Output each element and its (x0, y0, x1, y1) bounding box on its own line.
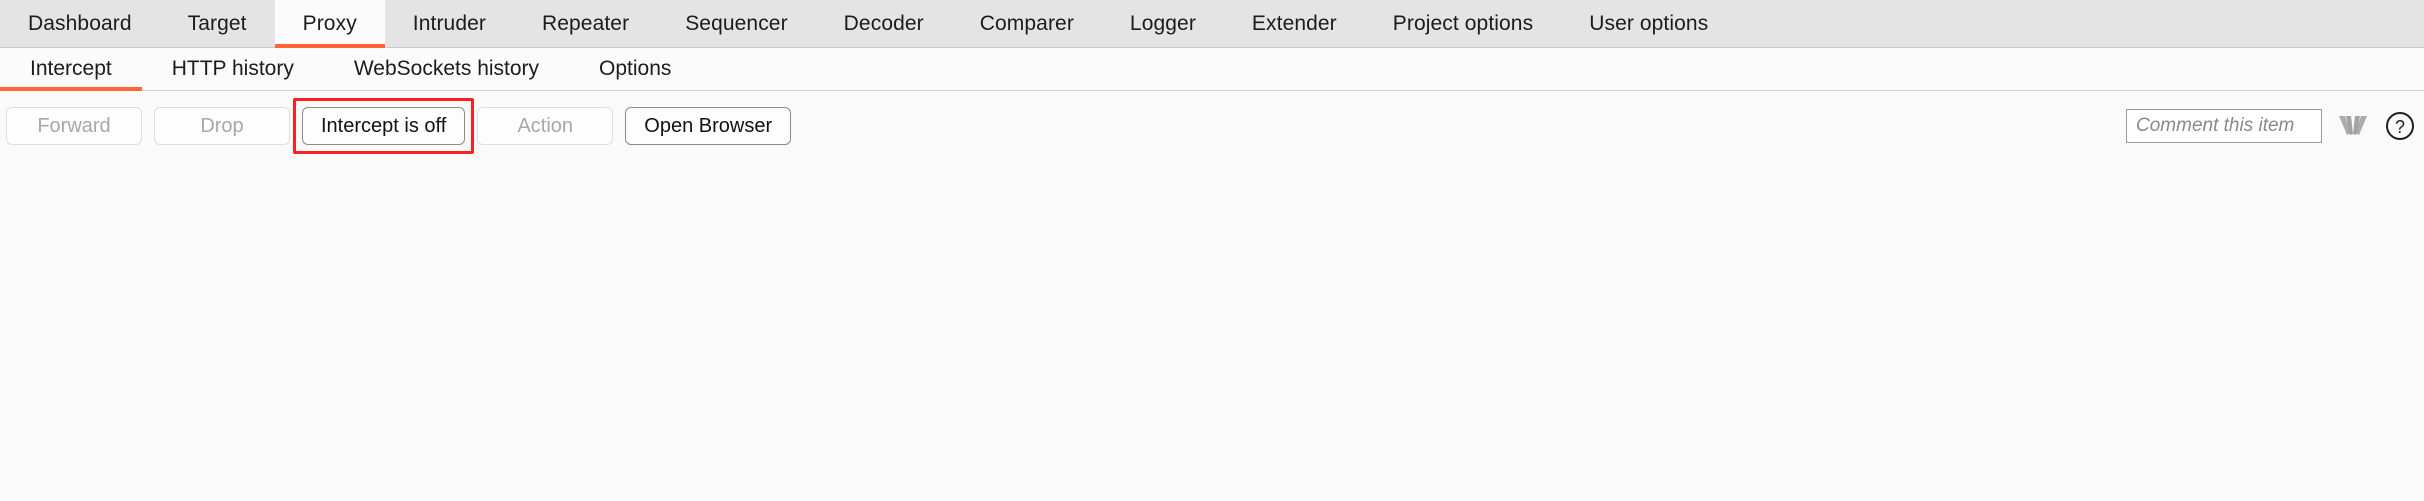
main-tab-label: Intruder (412, 11, 486, 35)
forward-button[interactable]: Forward (6, 107, 142, 145)
main-tab-user-options[interactable]: User options (1561, 0, 1736, 47)
fan-chevron-down-icon[interactable] (2336, 113, 2370, 139)
sub-tab-websockets-history[interactable]: WebSockets history (324, 48, 569, 90)
intercept-toggle-button[interactable]: Intercept is off (302, 107, 466, 145)
sub-tab-label: Intercept (30, 57, 112, 80)
drop-button[interactable]: Drop (154, 107, 290, 145)
main-tab-bar: Dashboard Target Proxy Intruder Repeater… (0, 0, 2424, 48)
action-button[interactable]: Action (477, 107, 614, 145)
main-tab-logger[interactable]: Logger (1102, 0, 1224, 47)
main-tab-project-options[interactable]: Project options (1365, 0, 1561, 47)
proxy-sub-tab-bar: Intercept HTTP history WebSockets histor… (0, 48, 2424, 91)
main-tab-label: Logger (1129, 11, 1196, 35)
sub-tab-http-history[interactable]: HTTP history (142, 48, 324, 90)
main-tab-label: Decoder (843, 11, 924, 35)
main-tab-intruder[interactable]: Intruder (385, 0, 514, 47)
main-tab-label: Dashboard (28, 11, 132, 35)
main-tab-label: User options (1589, 11, 1709, 35)
main-tab-extender[interactable]: Extender (1224, 0, 1365, 47)
comment-input[interactable] (2126, 109, 2322, 143)
sub-tab-label: Options (599, 57, 672, 80)
sub-tab-label: HTTP history (171, 57, 294, 80)
main-tab-repeater[interactable]: Repeater (514, 0, 657, 47)
main-tab-comparer[interactable]: Comparer (952, 0, 1102, 47)
intercept-content-area (0, 161, 2424, 501)
main-tab-label: Repeater (541, 11, 630, 35)
sub-tab-options[interactable]: Options (569, 48, 701, 90)
open-browser-button[interactable]: Open Browser (625, 107, 792, 145)
main-tab-label: Comparer (979, 11, 1074, 35)
intercept-toolbar: Forward Drop Intercept is off Action Ope… (0, 91, 2424, 161)
main-tab-dashboard[interactable]: Dashboard (0, 0, 160, 47)
main-tab-label: Project options (1392, 11, 1534, 35)
svg-text:?: ? (2395, 117, 2405, 137)
main-tab-target[interactable]: Target (160, 0, 275, 47)
sub-tab-intercept[interactable]: Intercept (0, 48, 142, 91)
intercept-toggle-wrapper: Intercept is off (293, 98, 477, 154)
help-question-icon[interactable]: ? (2384, 110, 2416, 142)
main-tab-sequencer[interactable]: Sequencer (657, 0, 815, 47)
main-tab-label: Proxy (302, 11, 357, 35)
main-tab-decoder[interactable]: Decoder (816, 0, 952, 47)
main-tab-label: Target (187, 11, 247, 35)
sub-tab-label: WebSockets history (353, 57, 540, 80)
main-tab-proxy[interactable]: Proxy (274, 0, 385, 48)
main-tab-label: Extender (1251, 11, 1337, 35)
main-tab-label: Sequencer (685, 11, 788, 35)
